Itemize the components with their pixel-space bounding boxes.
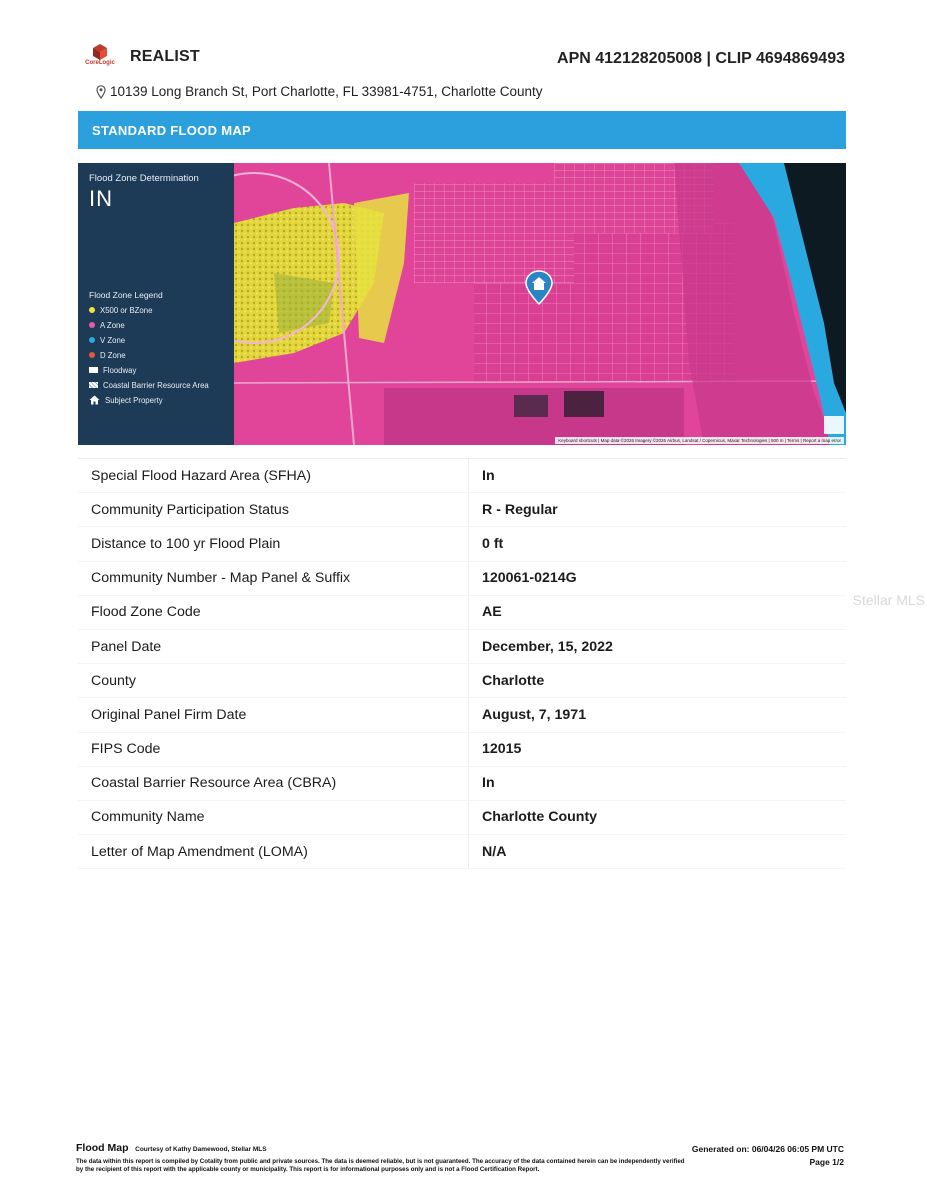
table-row: Original Panel Firm Date August, 7, 1971 [78,698,846,733]
corelogic-logo-icon [93,44,107,60]
page-number: Page 1/2 [809,1157,845,1167]
table-row: Panel Date December, 15, 2022 [78,629,846,665]
location-pin-icon [96,84,106,99]
row-label: Coastal Barrier Resource Area (CBRA) [78,766,469,800]
legend-label: V Zone [100,335,126,345]
table-row: FIPS Code 12015 [78,732,846,767]
legend-label: D Zone [100,350,126,360]
table-row: County Charlotte [78,664,846,699]
brand-small-label: CoreLogic [85,60,115,66]
apn-clip-label: APN 412128205008 | CLIP 4694869493 [557,50,845,67]
legend-item-cbra: Coastal Barrier Resource Area [89,380,234,390]
row-label: Panel Date [78,629,469,664]
row-value: 0 ft [482,535,504,552]
table-row: Community Number - Map Panel & Suffix 12… [78,561,846,596]
row-label: Community Number - Map Panel & Suffix [78,561,469,595]
row-value: Charlotte [482,672,545,689]
section-banner: STANDARD FLOOD MAP [78,111,846,149]
row-label: Original Panel Firm Date [78,698,469,732]
row-value: In [482,467,495,484]
row-label: County [78,664,469,698]
blue-dot-icon [89,337,95,343]
row-value: 120061-0214G [482,570,577,587]
flood-zone-determination-label: Flood Zone Determination [89,173,199,184]
pink-dot-icon [89,322,95,328]
legend-label: Coastal Barrier Resource Area [103,380,209,390]
flood-map[interactable]: Flood Zone Determination IN Flood Zone L… [78,163,846,445]
legend-item-a-zone: A Zone [89,320,234,330]
table-row: Letter of Map Amendment (LOMA) N/A [78,835,846,870]
map-legend-panel: Flood Zone Determination IN Flood Zone L… [78,163,234,445]
table-row: Community Name Charlotte County [78,800,846,836]
legend-item-floodway: Floodway [89,365,234,375]
row-value: AE [482,604,502,621]
row-value: Charlotte County [482,809,598,826]
table-row: Special Flood Hazard Area (SFHA) In [78,459,846,494]
legend-label: Floodway [103,365,137,375]
yellow-dot-icon [89,307,95,313]
legend-label: A Zone [100,320,125,330]
flood-zone-determination-value: IN [89,186,113,211]
footer-title-row: Flood Map Courtesy of Kathy Damewood, St… [76,1142,267,1154]
legend-item-v-zone: V Zone [89,335,234,345]
legend-item-x500: X500 or BZone [89,305,234,315]
satellite-flood-zone-image[interactable] [234,163,846,445]
row-value: 12015 [482,741,522,758]
footer-title: Flood Map [76,1142,129,1154]
property-address: 10139 Long Branch St, Port Charlotte, FL… [110,84,543,99]
row-value: N/A [482,843,507,860]
section-title: STANDARD FLOOD MAP [92,122,251,138]
legend-title: Flood Zone Legend [89,290,163,300]
row-label: Flood Zone Code [78,595,469,629]
row-label: FIPS Code [78,732,469,766]
floodway-icon [89,367,98,373]
red-dot-icon [89,352,95,358]
legend-item-d-zone: D Zone [89,350,234,360]
row-label: Community Name [78,800,469,835]
row-label: Community Participation Status [78,493,469,527]
table-row: Coastal Barrier Resource Area (CBRA) In [78,766,846,801]
row-value: In [482,775,495,792]
house-icon [89,395,100,405]
row-label: Special Flood Hazard Area (SFHA) [78,459,469,493]
table-row: Distance to 100 yr Flood Plain 0 ft [78,527,846,562]
address-row: 10139 Long Branch St, Port Charlotte, FL… [96,84,543,99]
cbra-icon [89,382,98,388]
generated-timestamp: Generated on: 06/04/26 06:05 PM UTC [691,1144,844,1154]
brand-name: REALIST [130,48,200,65]
legend-label: Subject Property [105,395,163,405]
row-label: Letter of Map Amendment (LOMA) [78,835,469,869]
row-value: R - Regular [482,501,558,518]
table-row: Community Participation Status R - Regul… [78,493,846,528]
legend-item-subject-property: Subject Property [89,395,234,405]
row-label: Distance to 100 yr Flood Plain [78,527,469,561]
footer-courtesy: Courtesy of Kathy Damewood, Stellar MLS [135,1146,267,1153]
flood-data-table: Special Flood Hazard Area (SFHA) In Comm… [78,458,846,870]
row-value: August, 7, 1971 [482,706,587,723]
footer-disclaimer: The data within this report is compiled … [76,1158,685,1173]
legend-label: X500 or BZone [100,305,153,315]
map-attribution: Keyboard shortcuts | Map data ©2026 Imag… [555,437,844,444]
table-row: Flood Zone Code AE [78,595,846,630]
stellar-mls-watermark: Stellar MLS [852,592,925,608]
row-value: December, 15, 2022 [482,638,613,655]
